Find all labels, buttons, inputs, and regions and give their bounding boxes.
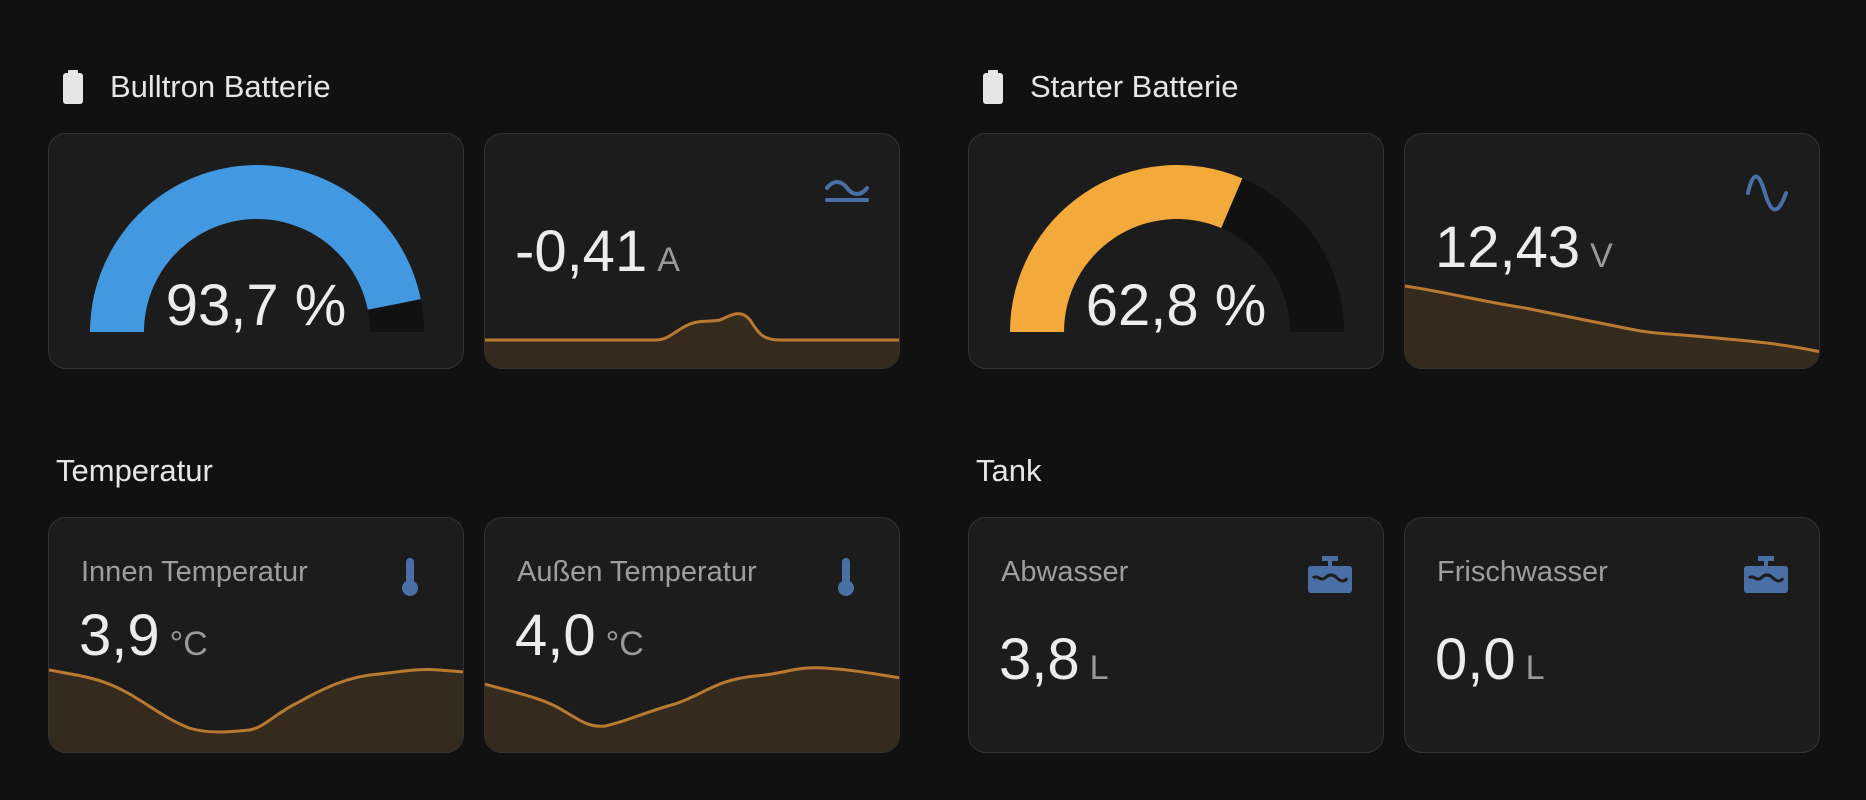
value-unit: °C: [605, 625, 644, 663]
history-graph: [49, 668, 463, 752]
aussen-temperatur-card[interactable]: Außen Temperatur 4,0 °C: [484, 517, 900, 753]
bulltron-current-card[interactable]: -0,41 A: [484, 133, 900, 369]
section-title-temperatur: Temperatur: [56, 451, 213, 491]
innen-temperatur-card[interactable]: Innen Temperatur 3,9 °C: [48, 517, 464, 753]
sensor-value: 12,43 V: [1435, 214, 1613, 281]
starter-soc-gauge-card[interactable]: 62,8 %: [968, 133, 1384, 369]
section-title-label: Temperatur: [56, 453, 213, 488]
water-tank-icon: [1744, 556, 1788, 593]
history-graph: [485, 312, 899, 368]
value-number: 3,8: [999, 627, 1080, 692]
abwasser-card[interactable]: Abwasser 3,8 L: [968, 517, 1384, 753]
bulltron-soc-gauge-card[interactable]: 93,7 %: [48, 133, 464, 369]
sensor-value: -0,41 A: [515, 218, 680, 285]
sensor-name: Abwasser: [1001, 556, 1129, 588]
sensor-value: 4,0 °C: [515, 602, 644, 669]
value-unit: L: [1525, 649, 1545, 687]
value-number: 3,9: [79, 603, 160, 668]
battery-icon: [63, 70, 83, 104]
section-title-bulltron: Bulltron Batterie: [62, 67, 331, 107]
value-unit: V: [1590, 237, 1613, 275]
current-ac-icon: [825, 180, 869, 202]
sensor-value: 3,8 L: [999, 626, 1109, 693]
value-unit: A: [657, 241, 680, 279]
history-graph: [485, 666, 899, 752]
thermometer-icon: [838, 558, 854, 596]
graph-area: [49, 669, 463, 752]
section-title-tank: Tank: [976, 451, 1041, 491]
sine-wave-icon: [1746, 174, 1788, 212]
value-number: 0,0: [1435, 627, 1516, 692]
value-number: -0,41: [515, 219, 648, 284]
sensor-name: Außen Temperatur: [517, 556, 757, 588]
value-number: 4,0: [515, 603, 596, 668]
section-title-starter: Starter Batterie: [982, 67, 1238, 107]
water-tank-icon: [1308, 556, 1352, 593]
history-graph: [1405, 284, 1819, 368]
section-title-label: Tank: [976, 453, 1042, 488]
value-unit: °C: [169, 625, 208, 663]
frischwasser-card[interactable]: Frischwasser 0,0 L: [1404, 517, 1820, 753]
sensor-name: Frischwasser: [1437, 556, 1608, 588]
sensor-value: 3,9 °C: [79, 602, 208, 669]
sensor-name: Innen Temperatur: [81, 556, 308, 588]
section-title-label: Starter Batterie: [1030, 69, 1239, 104]
section-title-label: Bulltron Batterie: [110, 69, 331, 104]
gauge-value: 93,7 %: [165, 273, 347, 338]
starter-voltage-card[interactable]: 12,43 V: [1404, 133, 1820, 369]
thermometer-icon: [402, 558, 418, 596]
gauge-value: 62,8 %: [1085, 273, 1267, 338]
sensor-value: 0,0 L: [1435, 626, 1545, 693]
value-number: 12,43: [1435, 215, 1581, 280]
graph-area: [485, 667, 899, 752]
battery-icon: [983, 70, 1003, 104]
value-unit: L: [1089, 649, 1109, 687]
